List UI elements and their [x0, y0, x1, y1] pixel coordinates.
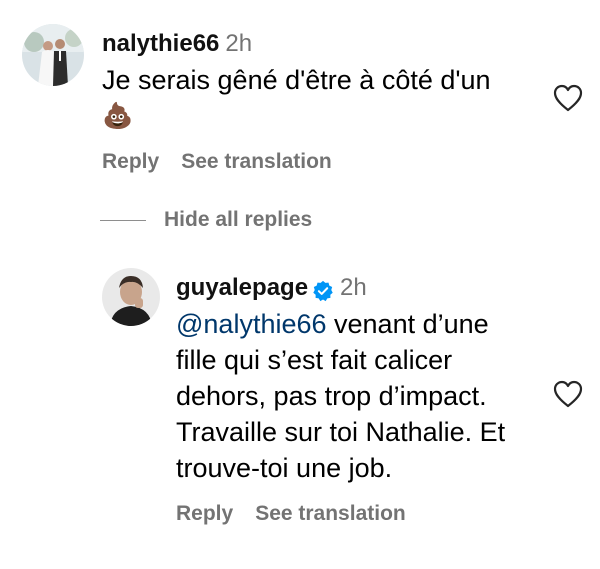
- mention-link[interactable]: @nalythie66: [176, 309, 327, 339]
- username[interactable]: guyalepage: [176, 274, 308, 301]
- comment-text-line: dehors, pas trop d’impact.: [176, 381, 487, 411]
- timestamp: 2h: [225, 30, 253, 57]
- comment-header: guyalepage 2h: [176, 274, 367, 302]
- divider-line: [100, 219, 146, 221]
- reply-button[interactable]: Reply: [102, 150, 159, 173]
- comment-text-segment: venant d’une: [326, 309, 489, 339]
- comment-nalythie66: nalythie66 2h Je serais gêné d'être à côt…: [0, 0, 600, 200]
- comment-text-line: Travaille sur toi Nathalie. Et: [176, 417, 506, 447]
- see-translation-button[interactable]: See translation: [181, 150, 332, 173]
- comment-text-line: @nalythie66 venant d’une: [176, 306, 505, 342]
- comment-guyalepage: guyalepage 2h @nalythie66 venant d’une f…: [0, 250, 600, 550]
- avatar-guyalepage[interactable]: [102, 268, 160, 326]
- comment-text: Je serais gêné d'être à côté d'un 💩: [102, 62, 491, 134]
- poop-emoji: 💩: [102, 102, 134, 130]
- see-translation-button[interactable]: See translation: [255, 502, 406, 525]
- comment-text: @nalythie66 venant d’une fille qui s’est…: [176, 306, 505, 486]
- hide-replies-label[interactable]: Hide all replies: [164, 208, 312, 232]
- comment-text-line: fille qui s’est fait calicer: [176, 345, 453, 375]
- comment-actions: Reply See translation: [102, 150, 354, 174]
- comment-header: nalythie66 2h: [102, 30, 252, 58]
- timestamp: 2h: [340, 274, 367, 301]
- like-heart-icon[interactable]: [553, 380, 583, 408]
- username[interactable]: nalythie66: [102, 30, 219, 57]
- hide-replies-toggle[interactable]: Hide all replies: [100, 208, 312, 232]
- avatar-nalythie66[interactable]: [22, 24, 84, 86]
- reply-button[interactable]: Reply: [176, 502, 233, 525]
- comment-text-line: trouve-toi une job.: [176, 453, 393, 483]
- comment-text-line: Je serais gêné d'être à côté d'un: [102, 65, 491, 95]
- like-heart-icon[interactable]: [553, 84, 583, 112]
- verified-badge-icon: [313, 280, 333, 301]
- comment-actions: Reply See translation: [176, 502, 428, 526]
